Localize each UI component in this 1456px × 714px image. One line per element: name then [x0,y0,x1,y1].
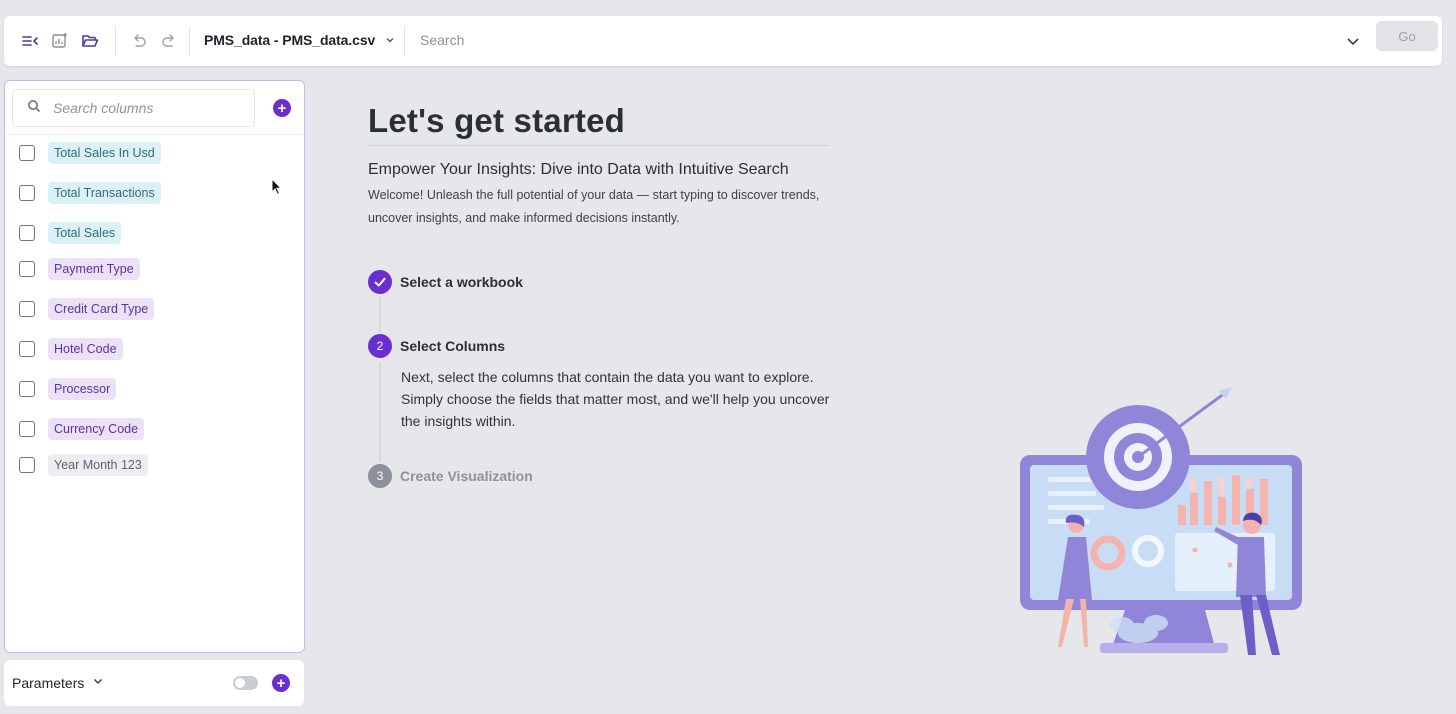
folder-open-icon[interactable] [77,28,103,54]
analytics-illustration [1000,385,1320,670]
title-divider [368,145,830,146]
page-subtitle: Empower Your Insights: Dive into Data wi… [368,161,789,178]
column-item[interactable]: Currency Code [19,417,145,441]
file-selector[interactable]: PMS_data - PMS_data.csv [204,32,395,48]
undo-icon[interactable] [126,28,152,54]
search-icon [27,99,41,118]
step-1-badge [368,270,392,294]
column-search-box[interactable] [12,89,255,127]
column-checkbox[interactable] [19,421,35,437]
toolbar-divider [404,26,405,56]
chevron-down-icon[interactable] [1345,33,1361,54]
column-chip[interactable]: Total Sales [48,222,122,244]
page-title: Let's get started [368,102,625,139]
columns-panel: + Total Sales In Usd Total Transactions … [4,80,305,653]
parameters-toggle[interactable] [233,676,258,690]
column-item[interactable]: Credit Card Type [19,297,155,321]
add-parameter-button[interactable]: + [272,674,290,692]
mouse-cursor-icon [271,177,283,201]
column-chip[interactable]: Processor [48,378,117,400]
plus-icon: + [277,99,287,117]
step-2-badge: 2 [368,334,392,358]
search-input[interactable] [420,32,1320,48]
step-connector [379,362,381,462]
column-item[interactable]: Payment Type [19,257,140,281]
column-checkbox[interactable] [19,225,35,241]
column-checkbox[interactable] [19,301,35,317]
toolbar-divider [189,26,190,56]
column-chip[interactable]: Currency Code [48,418,145,440]
column-search-input[interactable] [53,100,233,116]
column-chip[interactable]: Hotel Code [48,338,123,360]
step-2-description: Next, select the columns that contain th… [401,369,830,429]
add-chart-icon[interactable] [47,28,73,54]
column-item[interactable]: Year Month 123 [19,453,148,477]
toolbar-divider [115,26,116,56]
step-connector [379,297,381,333]
file-name-label: PMS_data - PMS_data.csv [204,32,376,48]
column-item[interactable]: Processor [19,377,117,401]
parameters-section: Parameters + [4,660,304,706]
column-chip[interactable]: Total Transactions [48,182,161,204]
collapse-menu-icon[interactable] [17,28,43,54]
plus-icon: + [276,674,286,692]
column-chip[interactable]: Year Month 123 [48,454,148,476]
step-3-badge: 3 [368,464,392,488]
go-button[interactable]: Go [1376,21,1438,51]
column-chip[interactable]: Payment Type [48,258,140,280]
chevron-down-icon [385,32,395,48]
column-item[interactable]: Total Sales In Usd [19,141,161,165]
column-checkbox[interactable] [19,381,35,397]
column-checkbox[interactable] [19,185,35,201]
step-1-label: Select a workbook [400,274,523,290]
column-chip[interactable]: Total Sales In Usd [48,142,161,164]
column-item[interactable]: Total Transactions [19,181,161,205]
redo-icon[interactable] [156,28,182,54]
step-3-label: Create Visualization [400,468,533,484]
chevron-down-icon[interactable] [92,674,104,692]
panel-divider [5,134,304,135]
column-item[interactable]: Total Sales [19,221,122,245]
welcome-text: Welcome! Unleash the full potential of y… [368,188,820,225]
check-icon [374,277,386,287]
column-checkbox[interactable] [19,261,35,277]
step-2-label: Select Columns [400,338,506,354]
column-checkbox[interactable] [19,145,35,161]
top-toolbar: PMS_data - PMS_data.csv Go [4,16,1442,66]
column-checkbox[interactable] [19,341,35,357]
column-checkbox[interactable] [19,457,35,473]
parameters-label[interactable]: Parameters [12,675,84,691]
add-column-button[interactable]: + [273,99,291,117]
column-item[interactable]: Hotel Code [19,337,123,361]
column-chip[interactable]: Credit Card Type [48,298,155,320]
